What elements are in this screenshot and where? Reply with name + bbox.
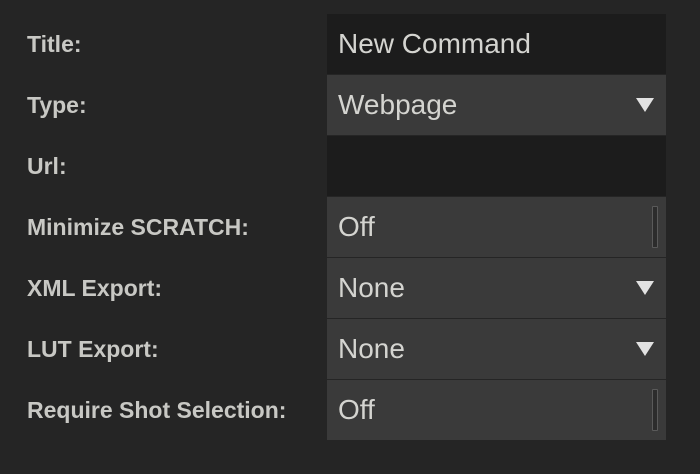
url-label: Url: bbox=[27, 153, 67, 179]
require-shot-selection-label: Require Shot Selection: bbox=[27, 397, 287, 423]
url-row: Url: bbox=[0, 136, 700, 197]
type-value: Webpage bbox=[338, 89, 458, 120]
title-row: Title: New Command bbox=[0, 14, 700, 75]
type-label: Type: bbox=[27, 92, 87, 118]
chevron-down-icon bbox=[636, 281, 654, 295]
chevron-down-icon bbox=[636, 342, 654, 356]
title-value: New Command bbox=[338, 28, 531, 59]
url-input[interactable] bbox=[327, 136, 666, 196]
xml-export-label: XML Export: bbox=[27, 275, 163, 301]
type-row: Type: Webpage bbox=[0, 75, 700, 136]
lut-export-label: LUT Export: bbox=[27, 336, 159, 362]
toggle-handle[interactable] bbox=[652, 389, 658, 431]
title-input[interactable]: New Command bbox=[327, 14, 666, 74]
toggle-handle[interactable] bbox=[652, 206, 658, 248]
require-shot-selection-toggle[interactable]: Off bbox=[327, 380, 666, 440]
lut-export-dropdown[interactable]: None bbox=[327, 319, 666, 379]
xml-export-value: None bbox=[338, 272, 405, 303]
lut-export-row: LUT Export: None bbox=[0, 319, 700, 380]
minimize-scratch-label: Minimize SCRATCH: bbox=[27, 214, 249, 240]
require-shot-selection-value: Off bbox=[338, 394, 375, 425]
minimize-scratch-toggle[interactable]: Off bbox=[327, 197, 666, 257]
chevron-down-icon bbox=[636, 98, 654, 112]
xml-export-dropdown[interactable]: None bbox=[327, 258, 666, 318]
lut-export-value: None bbox=[338, 333, 405, 364]
require-shot-selection-row: Require Shot Selection: Off bbox=[0, 380, 700, 441]
type-dropdown[interactable]: Webpage bbox=[327, 75, 666, 135]
minimize-scratch-row: Minimize SCRATCH: Off bbox=[0, 197, 700, 258]
xml-export-row: XML Export: None bbox=[0, 258, 700, 319]
minimize-scratch-value: Off bbox=[338, 211, 375, 242]
command-settings-form: Title: New Command Type: Webpage Url: Mi… bbox=[0, 0, 700, 474]
title-label: Title: bbox=[27, 31, 82, 57]
